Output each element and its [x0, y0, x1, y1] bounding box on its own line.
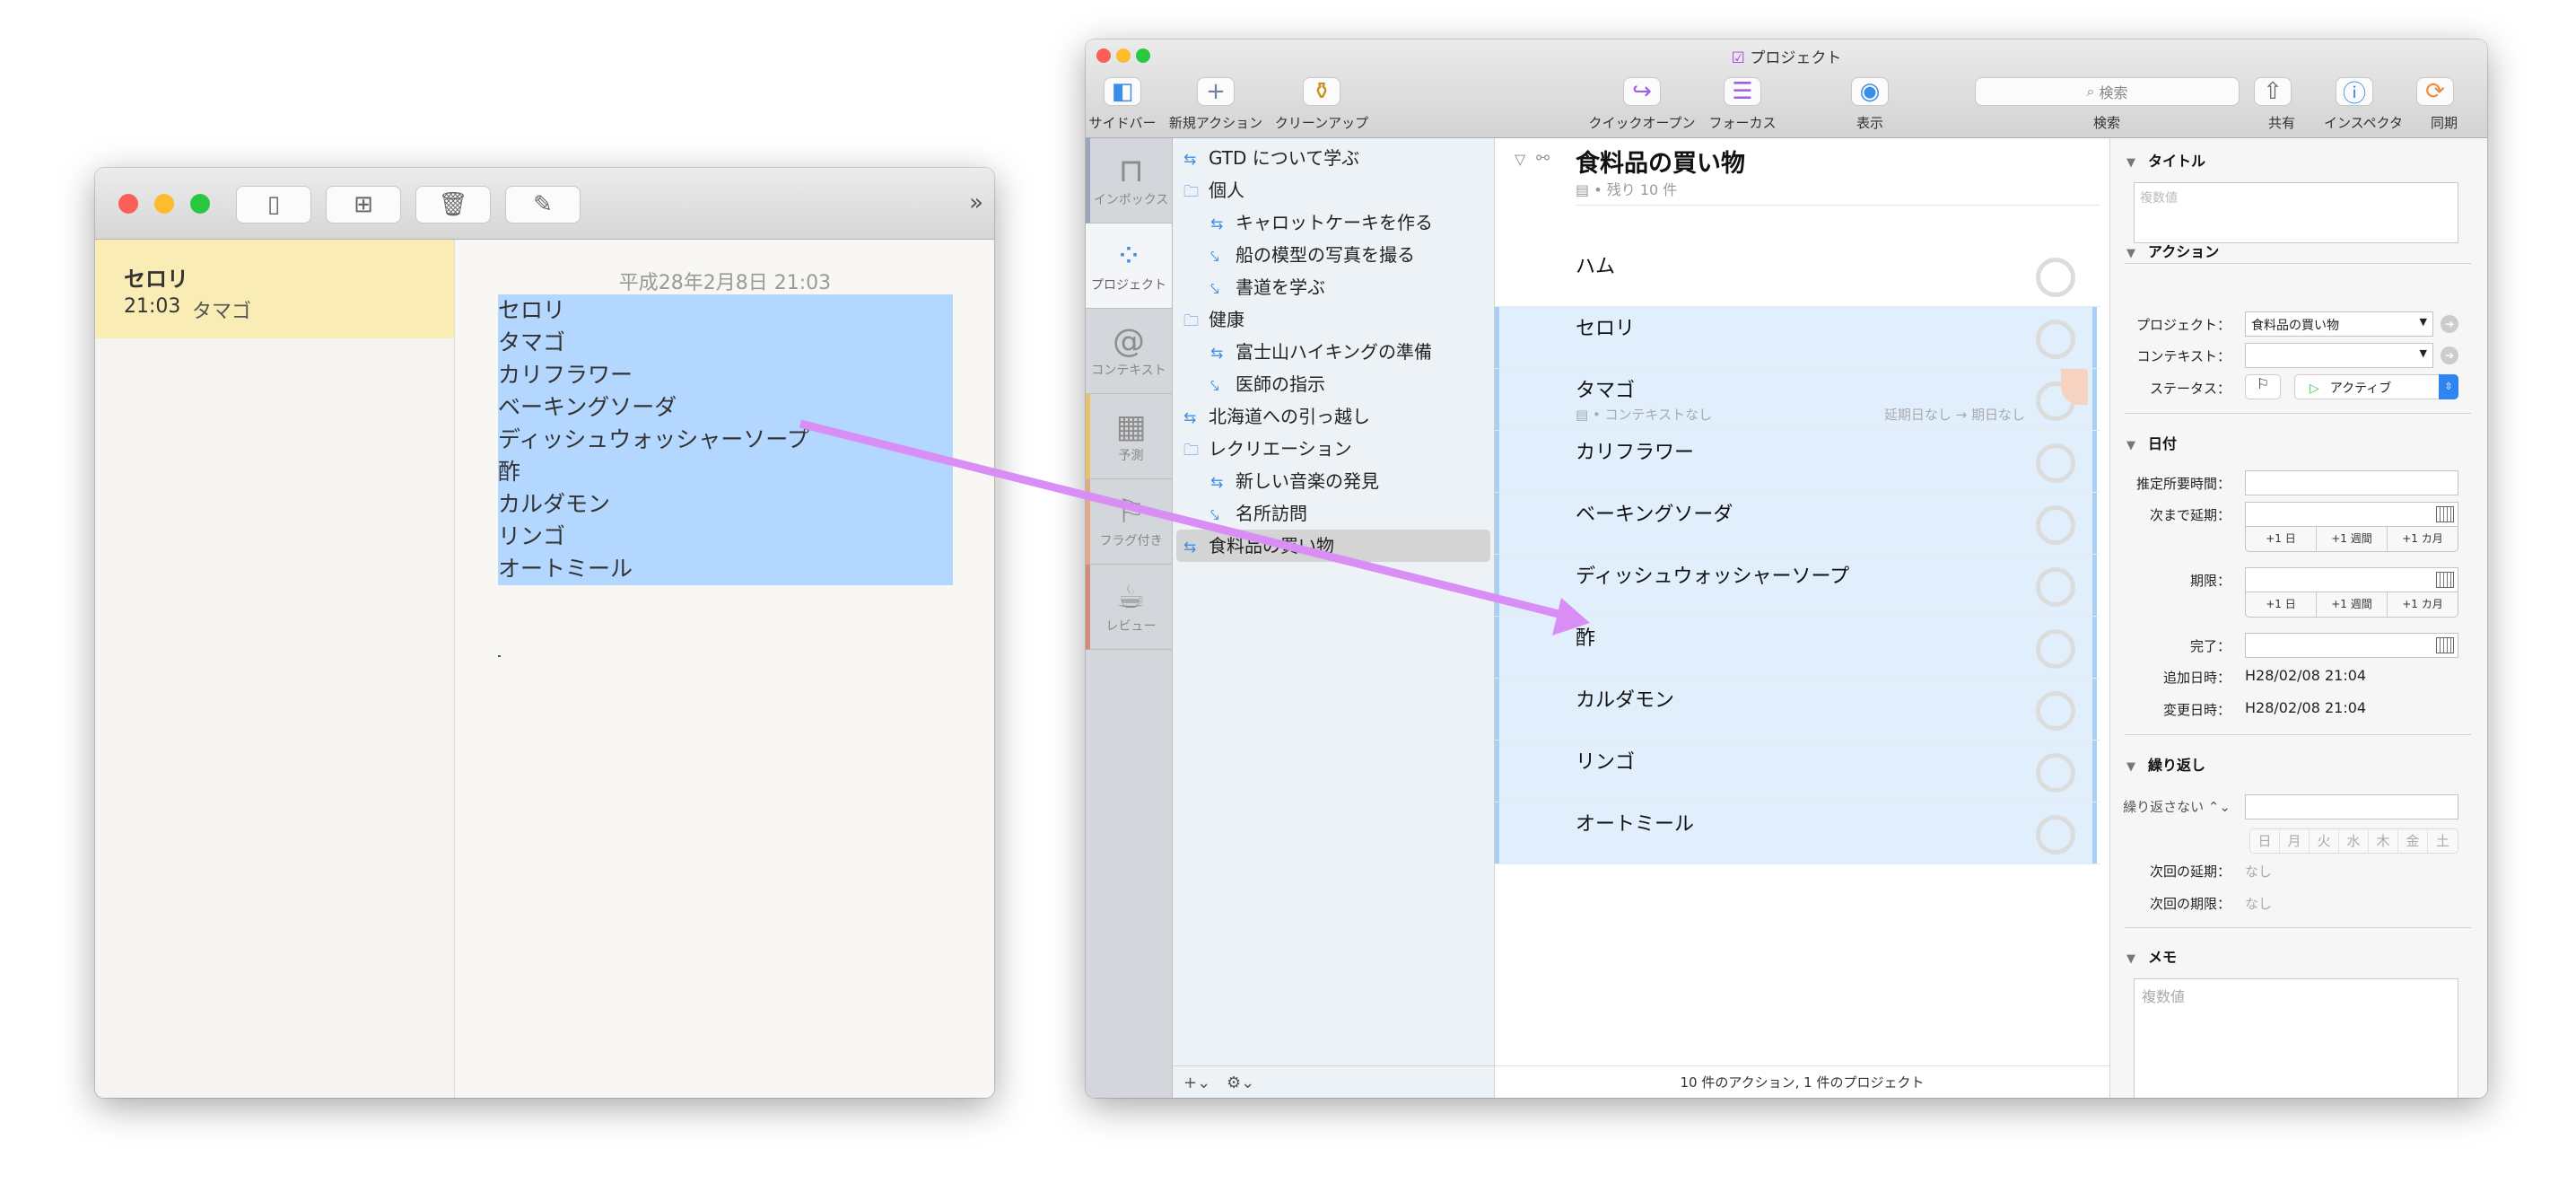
- drag-arrow: [799, 419, 1590, 635]
- drag-arrow-head: [1552, 598, 1590, 635]
- drag-arrow-line: [799, 419, 1567, 620]
